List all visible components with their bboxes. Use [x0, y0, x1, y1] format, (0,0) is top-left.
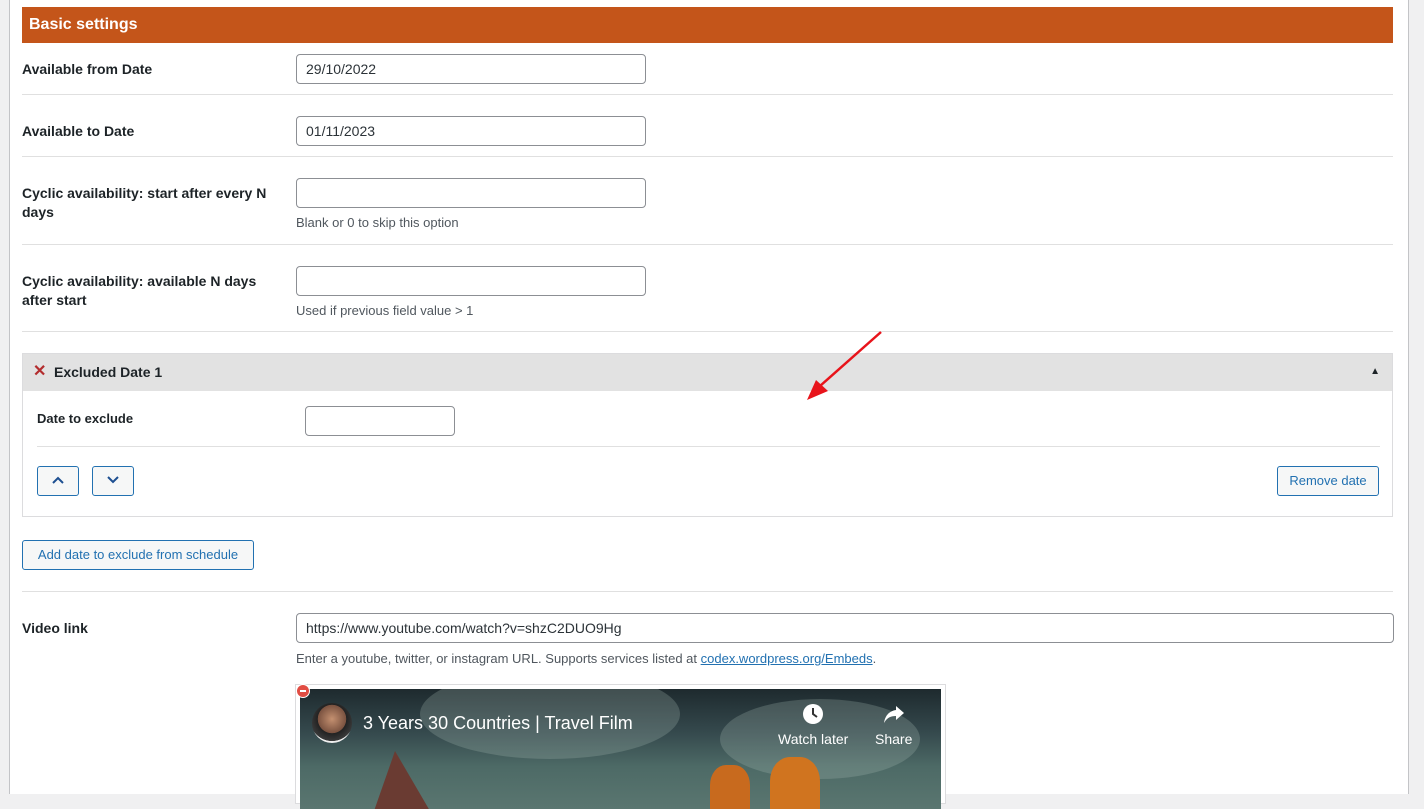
video-title[interactable]: 3 Years 30 Countries | Travel Film	[363, 713, 633, 734]
video-background	[374, 751, 430, 809]
date-to-exclude-label: Date to exclude	[37, 411, 134, 426]
video-background	[770, 757, 820, 809]
embeds-link[interactable]: codex.wordpress.org/Embeds	[701, 651, 873, 666]
video-link-label: Video link	[22, 620, 88, 636]
video-embed-preview: 3 Years 30 Countries | Travel Film Watch…	[295, 684, 946, 809]
chevron-down-icon	[107, 476, 119, 484]
video-description-text: Enter a youtube, twitter, or instagram U…	[296, 651, 701, 666]
annotation-arrow-icon	[807, 331, 882, 400]
cyclic-available-input[interactable]	[296, 266, 646, 296]
video-player[interactable]: 3 Years 30 Countries | Travel Film Watch…	[300, 689, 941, 809]
field-row-cyclic-start: Cyclic availability: start after every N…	[22, 157, 1393, 245]
excluded-date-group-title: Excluded Date 1	[54, 364, 163, 380]
share-button[interactable]: Share	[875, 703, 912, 747]
section-divider	[22, 591, 1393, 592]
clock-icon	[803, 704, 824, 724]
cyclic-start-input[interactable]	[296, 178, 646, 208]
cyclic-start-label: Cyclic availability: start after every N…	[22, 185, 267, 220]
remove-date-button[interactable]: Remove date	[1277, 466, 1379, 496]
group-divider	[37, 446, 1380, 447]
watch-later-button[interactable]: Watch later	[778, 703, 848, 747]
share-label: Share	[875, 731, 913, 747]
cyclic-available-description: Used if previous field value > 1	[296, 303, 474, 318]
video-background	[710, 765, 750, 809]
remove-embed-icon[interactable]	[296, 684, 310, 698]
cyclic-available-label: Cyclic availability: available N days af…	[22, 273, 257, 308]
move-down-button[interactable]	[92, 466, 134, 496]
section-title: Basic settings	[29, 16, 138, 33]
excluded-date-group: ✕ Excluded Date 1 ▲ Date to exclude Remo…	[22, 353, 1393, 517]
section-header: Basic settings	[22, 7, 1393, 43]
add-excluded-date-button[interactable]: Add date to exclude from schedule	[22, 540, 254, 570]
field-row-available-to: Available to Date	[22, 95, 1393, 157]
date-to-exclude-input[interactable]	[305, 406, 455, 436]
available-from-label: Available from Date	[22, 61, 153, 77]
available-to-label: Available to Date	[22, 123, 135, 139]
watch-later-label: Watch later	[778, 731, 849, 747]
field-row-cyclic-available: Cyclic availability: available N days af…	[22, 245, 1393, 332]
move-up-button[interactable]	[37, 466, 79, 496]
triangle-up-icon[interactable]: ▲	[1370, 366, 1380, 377]
close-icon[interactable]: ✕	[33, 363, 46, 381]
chevron-up-icon	[52, 476, 64, 484]
excluded-date-group-header[interactable]: ✕ Excluded Date 1 ▲	[23, 354, 1392, 391]
available-to-input[interactable]	[296, 116, 646, 146]
share-icon	[883, 706, 904, 723]
video-description-suffix: .	[872, 651, 877, 666]
channel-avatar[interactable]	[312, 703, 352, 743]
video-link-input[interactable]	[296, 613, 1394, 643]
video-link-description: Enter a youtube, twitter, or instagram U…	[296, 651, 876, 667]
cyclic-start-description: Blank or 0 to skip this option	[296, 215, 459, 230]
field-row-available-from: Available from Date	[22, 44, 1393, 95]
available-from-input[interactable]	[296, 54, 646, 84]
